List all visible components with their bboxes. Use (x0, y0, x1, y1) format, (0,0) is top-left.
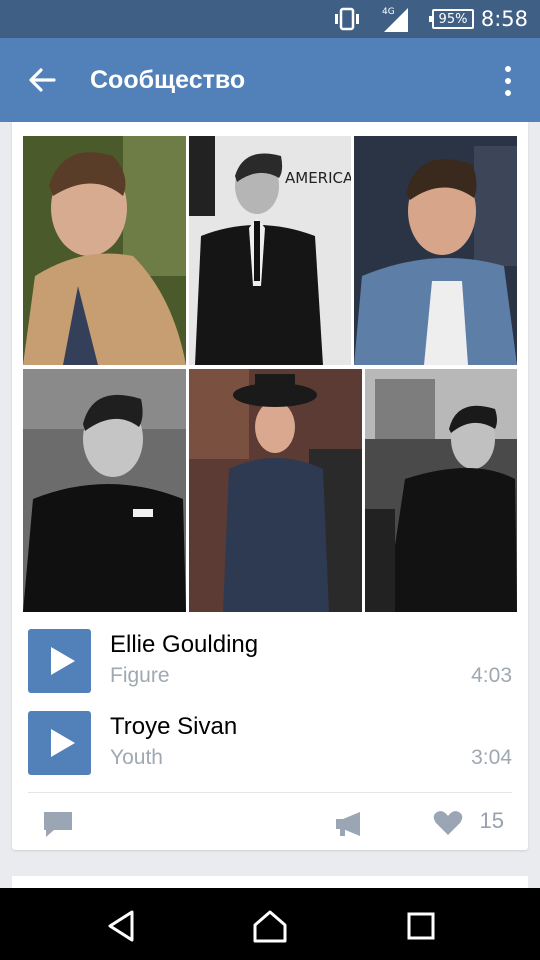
photo-4[interactable] (23, 369, 186, 612)
photo-3[interactable] (354, 136, 517, 365)
audio-track[interactable]: Troye Sivan Youth 3:04 (28, 711, 512, 775)
audio-track[interactable]: Ellie Goulding Figure 4:03 (28, 629, 512, 693)
battery-icon: 95% (429, 0, 474, 38)
divider (28, 792, 512, 793)
photo-5[interactable] (189, 369, 362, 612)
track-duration: 4:03 (471, 664, 512, 687)
status-bar: 4G 95% 8:58 (0, 0, 540, 38)
play-icon[interactable] (28, 711, 91, 775)
comment-icon[interactable] (42, 810, 74, 843)
track-artist: Troye Sivan (110, 713, 238, 740)
svg-text:AMERICAN MUS: AMERICAN MUS (285, 169, 351, 187)
track-title: Youth (110, 746, 163, 769)
signal-icon: 4G (380, 0, 410, 38)
arrow-back-icon[interactable] (24, 62, 60, 98)
app-bar: Сообщество (0, 38, 540, 122)
vibrate-icon (332, 0, 362, 38)
post-actions: 15 (12, 794, 528, 850)
status-time: 8:58 (480, 7, 528, 31)
nav-bar (0, 888, 540, 960)
play-icon[interactable] (28, 629, 91, 693)
photo-2[interactable]: AMERICAN MUS (189, 136, 351, 365)
heart-icon[interactable] (433, 810, 463, 841)
recents-square-icon[interactable] (401, 906, 441, 946)
post-card: AMERICAN MUS (12, 122, 528, 850)
photo-6[interactable] (365, 369, 517, 612)
track-duration: 3:04 (471, 746, 512, 769)
more-vertical-icon[interactable] (500, 66, 516, 96)
megaphone-icon[interactable] (334, 810, 364, 843)
battery-level: 95% (429, 9, 474, 29)
home-icon[interactable] (250, 906, 290, 946)
photo-1[interactable] (23, 136, 186, 365)
like-count: 15 (479, 808, 504, 833)
network-type: 4G (382, 7, 395, 17)
track-title: Figure (110, 664, 170, 687)
page-title: Сообщество (90, 66, 246, 94)
back-triangle-icon[interactable] (102, 906, 142, 946)
track-artist: Ellie Goulding (110, 631, 259, 658)
